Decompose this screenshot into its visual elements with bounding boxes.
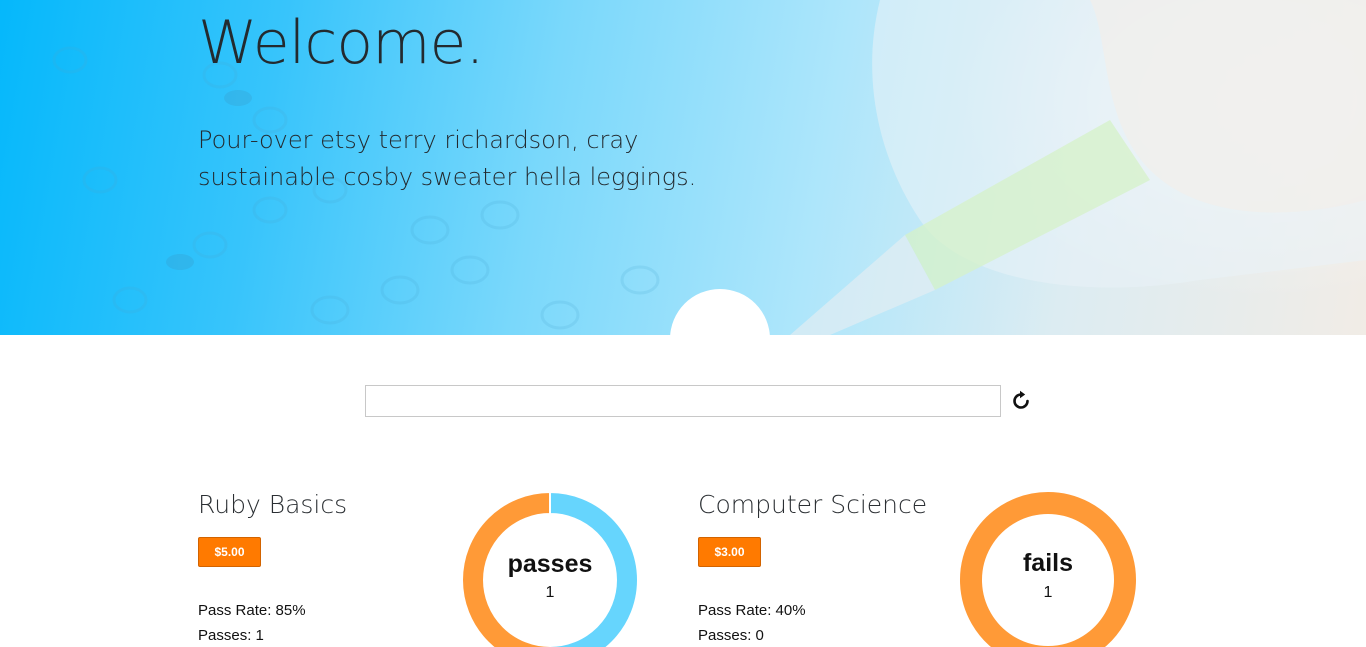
search-input[interactable]	[365, 385, 1001, 417]
course-title: Computer Science	[698, 490, 928, 519]
donut-center-count: 1	[1043, 584, 1053, 601]
refresh-icon	[1013, 390, 1029, 409]
donut-inner-ring	[486, 516, 614, 644]
passes-text: Passes: 0	[698, 627, 764, 644]
pass-rate-text: Pass Rate: 40%	[698, 602, 806, 619]
hero-subtitle: Pour-over etsy terry richardson, cray su…	[198, 126, 697, 191]
donut-center-label: passes	[507, 550, 593, 578]
passes-text: Passes: 1	[198, 627, 264, 644]
hero-title: Welcome.	[198, 8, 485, 78]
price-button[interactable]: $5.00	[198, 537, 261, 567]
donut-center-count: 1	[545, 584, 555, 601]
course-title: Ruby Basics	[198, 490, 348, 519]
refresh-button[interactable]	[1008, 388, 1034, 414]
pass-rate-text: Pass Rate: 85%	[198, 602, 306, 619]
price-button[interactable]: $3.00	[698, 537, 761, 567]
hero-banner: Welcome. Pour-over etsy terry richardson…	[0, 0, 1366, 335]
donut-inner-ring	[984, 516, 1112, 644]
donut-center-label: fails	[1022, 549, 1074, 577]
